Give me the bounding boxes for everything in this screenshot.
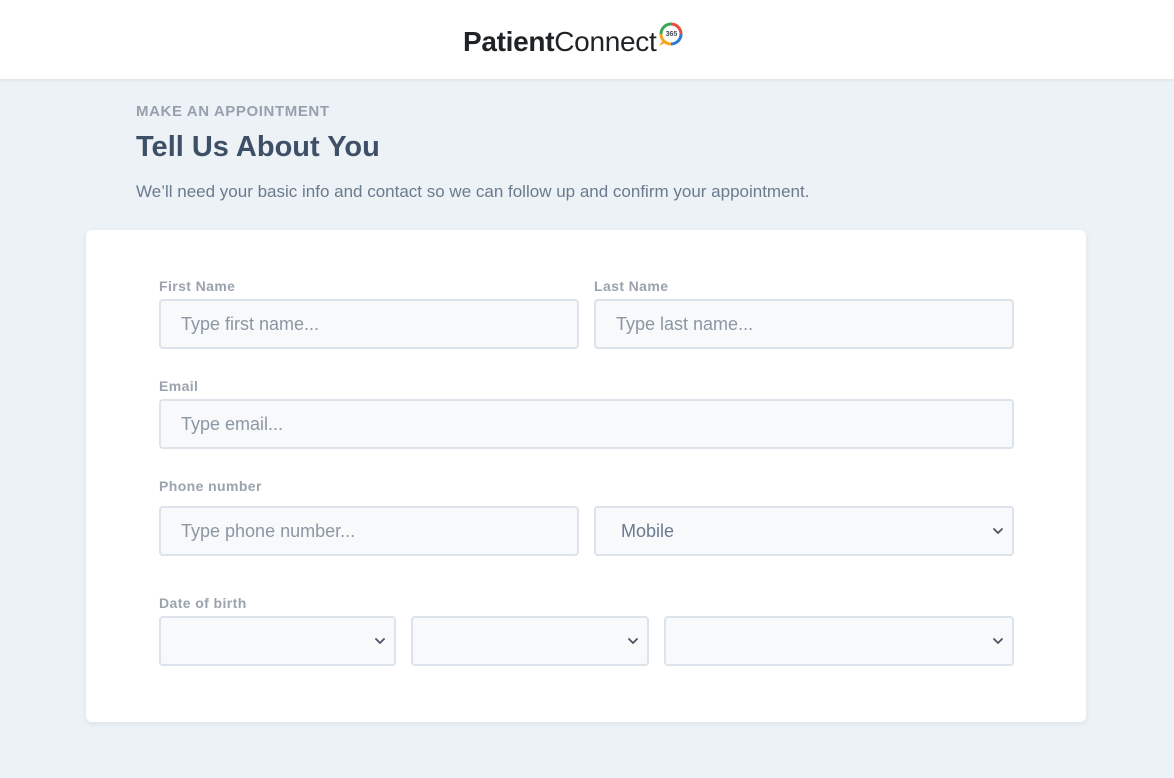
dob-day-select[interactable] — [411, 616, 649, 666]
dob-year-select[interactable] — [664, 616, 1014, 666]
phone-type-select[interactable]: Mobile — [594, 506, 1014, 556]
chevron-down-icon — [375, 638, 385, 644]
page-title: Tell Us About You — [136, 131, 380, 163]
chat-bubble-ring-icon: 365 — [658, 21, 684, 47]
phone-type-value: Mobile — [621, 521, 675, 541]
chevron-down-icon — [993, 528, 1003, 534]
chevron-down-icon — [993, 638, 1003, 644]
last-name-label: Last Name — [594, 278, 669, 294]
top-bar: PatientConnect 365 — [0, 0, 1174, 79]
first-name-label: First Name — [159, 278, 236, 294]
first-name-input[interactable] — [159, 299, 579, 349]
patientconnect-logo[interactable]: PatientConnect 365 — [463, 22, 684, 62]
logo-wordmark-light: Connect — [554, 26, 657, 57]
phone-number-label: Phone number — [159, 478, 262, 494]
logo-wordmark: PatientConnect — [463, 22, 657, 62]
phone-number-input[interactable] — [159, 506, 579, 556]
section-eyebrow: MAKE AN APPOINTMENT — [136, 103, 330, 120]
dob-month-select[interactable] — [159, 616, 396, 666]
last-name-input[interactable] — [594, 299, 1014, 349]
email-input[interactable] — [159, 399, 1014, 449]
logo-badge-number: 365 — [665, 30, 678, 38]
page-subtitle: We’ll need your basic info and contact s… — [136, 182, 810, 201]
logo-wordmark-bold: Patient — [463, 26, 555, 57]
chevron-down-icon — [628, 638, 638, 644]
email-label: Email — [159, 378, 199, 394]
date-of-birth-label: Date of birth — [159, 595, 247, 611]
form-card: First Name Last Name Email Phone number … — [86, 230, 1086, 722]
